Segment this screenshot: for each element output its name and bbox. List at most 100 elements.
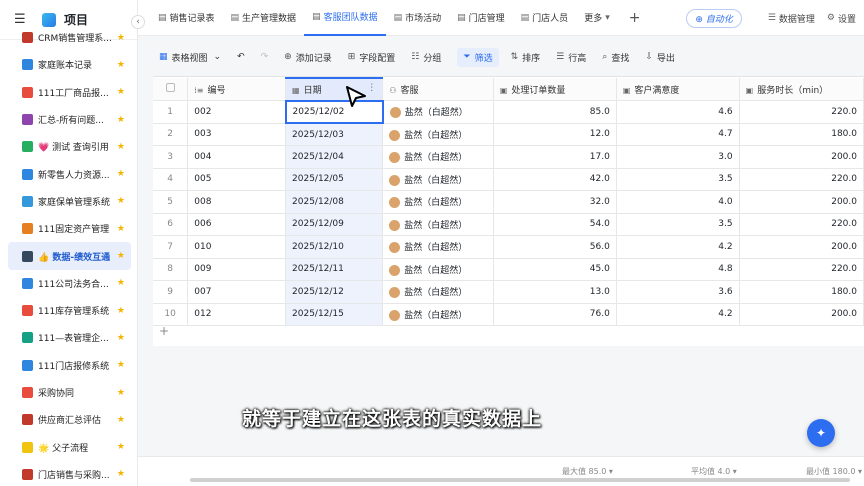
star-icon[interactable]: ★ <box>117 87 125 97</box>
tab-item[interactable]: ▤ 生产管理数据 <box>223 0 305 36</box>
stat-max[interactable]: 最大值 85.0 ▾ <box>562 466 613 477</box>
table-row[interactable]: 10 012 2025/12/15 盐然（白超然） 76.0 4.2 200.0 <box>153 303 864 326</box>
header-satisfaction[interactable]: ▣ 客户满意度 <box>616 78 740 101</box>
cell-satisfaction[interactable]: 4.0 <box>616 190 740 214</box>
horizontal-scrollbar[interactable] <box>190 478 850 482</box>
sidebar-item[interactable]: 111库存管理系统 ★ <box>8 297 131 324</box>
settings-button[interactable]: ⚙ 设置 <box>827 12 856 25</box>
header-id[interactable]: ⁞≡ 编号 <box>187 78 287 101</box>
cell-duration[interactable]: 220.0 <box>739 168 864 191</box>
table-row[interactable]: 2 003 2025/12/03 盐然（白超然） 12.0 4.7 180.0 <box>153 123 864 146</box>
cell-duration[interactable]: 220.0 <box>739 100 864 124</box>
row-number[interactable]: 4 <box>153 168 189 191</box>
cell-satisfaction[interactable]: 3.5 <box>616 213 740 236</box>
star-icon[interactable]: ★ <box>117 251 125 261</box>
cell-agent[interactable]: 盐然（白超然） <box>382 190 494 214</box>
view-switcher[interactable]: ▦ 表格视图 ⌄ <box>159 51 221 64</box>
sidebar-item[interactable]: 家庭保单管理系统 ★ <box>8 188 131 215</box>
cell-agent[interactable]: 盐然（白超然） <box>382 145 494 169</box>
cell-duration[interactable]: 220.0 <box>739 213 864 236</box>
cell-id[interactable]: 012 <box>187 303 287 326</box>
star-icon[interactable]: ★ <box>117 33 125 43</box>
cell-date[interactable]: 2025/12/03 <box>285 123 384 146</box>
cell-satisfaction[interactable]: 3.6 <box>616 280 740 304</box>
table-row[interactable]: 4 005 2025/12/05 盐然（白超然） 42.0 3.5 220.0 <box>153 168 864 191</box>
sidebar-item[interactable]: 新零售人力资源... ★ <box>8 160 131 187</box>
sidebar-item[interactable]: 111工厂商品报... ★ <box>8 79 131 106</box>
tab-item[interactable]: ▤ 销售记录表 <box>150 0 223 36</box>
cell-duration[interactable]: 200.0 <box>739 190 864 214</box>
sidebar-item[interactable]: 🌟 父子流程 ★ <box>8 433 131 460</box>
sidebar-item[interactable]: 采购协同 ★ <box>8 379 131 406</box>
cell-date[interactable]: 2025/12/15 <box>285 303 384 326</box>
cell-satisfaction[interactable]: 4.2 <box>616 303 740 326</box>
row-height-button[interactable]: ☰ 行高 <box>556 51 586 64</box>
cell-orders[interactable]: 32.0 <box>493 190 617 214</box>
row-number[interactable]: 6 <box>153 213 189 236</box>
stat-min[interactable]: 最小值 180.0 ▾ <box>806 466 862 477</box>
cell-agent[interactable]: 盐然（白超然） <box>382 123 494 146</box>
cell-duration[interactable]: 200.0 <box>739 303 864 326</box>
sidebar-item[interactable]: 💗 测试 查询引用 ★ <box>8 133 131 160</box>
cell-orders[interactable]: 42.0 <box>493 168 617 191</box>
table-row[interactable]: 6 006 2025/12/09 盐然（白超然） 54.0 3.5 220.0 <box>153 213 864 236</box>
cell-orders[interactable]: 85.0 <box>493 100 617 124</box>
header-agent[interactable]: ⚇ 客服 <box>382 78 494 101</box>
table-row[interactable]: 9 007 2025/12/12 盐然（白超然） 13.0 3.6 180.0 <box>153 280 864 304</box>
sidebar-item[interactable]: 👍 数据-绩效互通 ★ <box>8 242 131 270</box>
cell-agent[interactable]: 盐然（白超然） <box>382 235 494 259</box>
sidebar-item[interactable]: 111固定资产管理 ★ <box>8 215 131 242</box>
export-button[interactable]: ⇩ 导出 <box>645 51 675 64</box>
cell-duration[interactable]: 200.0 <box>739 145 864 169</box>
star-icon[interactable]: ★ <box>117 415 125 425</box>
star-icon[interactable]: ★ <box>117 388 125 398</box>
cell-satisfaction[interactable]: 3.5 <box>616 168 740 191</box>
cell-satisfaction[interactable]: 4.7 <box>616 123 740 146</box>
cell-orders[interactable]: 17.0 <box>493 145 617 169</box>
row-number[interactable]: 1 <box>153 100 189 124</box>
tab-item[interactable]: ▤ 门店管理 <box>449 0 513 36</box>
table-row[interactable]: 7 010 2025/12/10 盐然（白超然） 56.0 4.2 200.0 <box>153 235 864 259</box>
cell-date[interactable]: 2025/12/09 <box>285 213 384 236</box>
cell-satisfaction[interactable]: 3.0 <box>616 145 740 169</box>
cell-id[interactable]: 007 <box>187 280 287 304</box>
sidebar-item[interactable]: 家庭账本记录 ★ <box>8 51 131 78</box>
add-record-button[interactable]: ⊕ 添加记录 <box>284 51 332 64</box>
cell-id[interactable]: 004 <box>187 145 287 169</box>
tab-item[interactable]: 更多 ▾ <box>576 0 621 36</box>
cell-orders[interactable]: 76.0 <box>493 303 617 326</box>
star-icon[interactable]: ★ <box>117 360 125 370</box>
row-number[interactable]: 10 <box>153 303 189 326</box>
select-all-checkbox[interactable] <box>153 78 189 101</box>
sidebar-item[interactable]: 111—表管理企... ★ <box>8 324 131 351</box>
collapse-sidebar-button[interactable]: ‹ <box>131 15 145 29</box>
cell-duration[interactable]: 180.0 <box>739 123 864 146</box>
sort-button[interactable]: ⇅ 排序 <box>511 51 541 64</box>
group-button[interactable]: ☷ 分组 <box>411 51 441 64</box>
star-icon[interactable]: ★ <box>117 60 125 70</box>
star-icon[interactable]: ★ <box>117 169 125 179</box>
cell-agent[interactable]: 盐然（白超然） <box>382 168 494 191</box>
cell-satisfaction[interactable]: 4.8 <box>616 258 740 281</box>
table-row[interactable]: 1 002 2025/12/02 盐然（白超然） 85.0 4.6 220.0 <box>153 99 864 124</box>
cell-date[interactable]: 2025/12/10 <box>285 235 384 259</box>
row-number[interactable]: 9 <box>153 280 189 304</box>
cell-date[interactable]: 2025/12/08 <box>285 190 384 214</box>
tab-item[interactable]: ▤ 市场活动 <box>386 0 450 36</box>
cell-duration[interactable]: 200.0 <box>739 235 864 259</box>
sidebar-item[interactable]: CRM销售管理系... ★ <box>8 24 131 51</box>
tab-item[interactable]: ▤ 门店人员 <box>513 0 577 36</box>
cell-agent[interactable]: 盐然（白超然） <box>382 258 494 281</box>
cell-duration[interactable]: 220.0 <box>739 258 864 281</box>
row-number[interactable]: 8 <box>153 258 189 281</box>
cell-id[interactable]: 010 <box>187 235 287 259</box>
cell-id[interactable]: 002 <box>187 100 287 124</box>
row-number[interactable]: 2 <box>153 123 189 146</box>
cell-agent[interactable]: 盐然（白超然） <box>382 303 494 326</box>
redo-button[interactable]: ↷ <box>261 52 269 62</box>
star-icon[interactable]: ★ <box>117 142 125 152</box>
sidebar-item[interactable]: 111公司法务合... ★ <box>8 270 131 297</box>
star-icon[interactable]: ★ <box>117 306 125 316</box>
cell-id[interactable]: 003 <box>187 123 287 146</box>
row-number[interactable]: 5 <box>153 190 189 214</box>
